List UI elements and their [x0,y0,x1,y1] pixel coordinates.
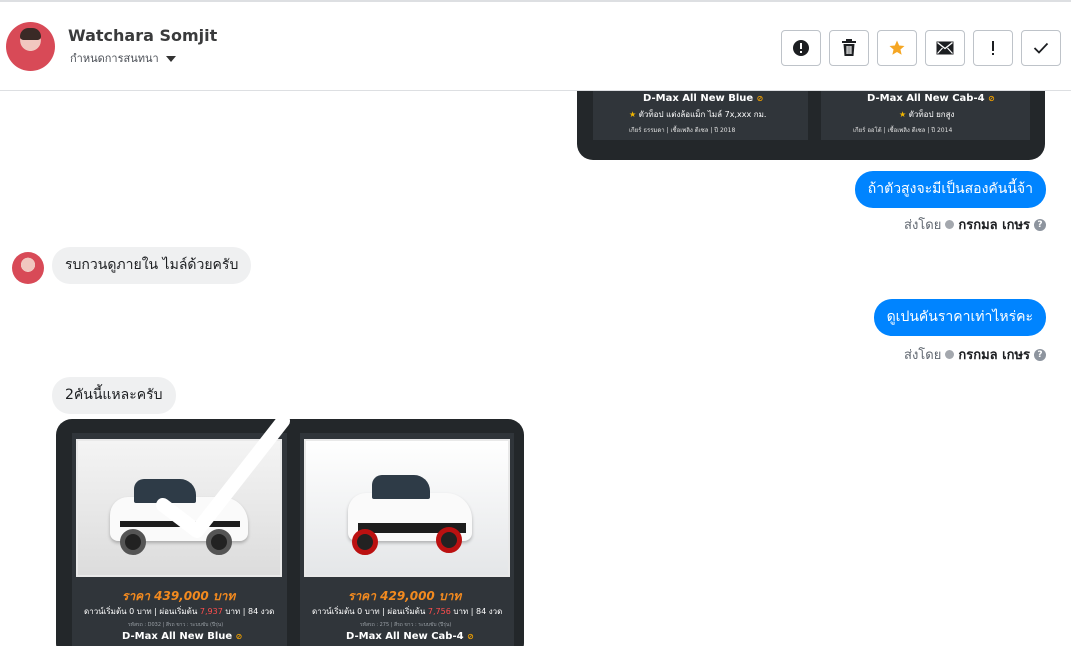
car-specs: เกียร์ ธรรมดา | เชื้อเพลิง ดีเซล | ปี 20… [629,127,736,134]
car-listing-image[interactable]: ราคา 439,000 บาท ดาวน์เริ่มต้น 0 บาท | ผ… [56,419,524,646]
action-toolbar [781,30,1061,66]
car-feature: ★ ตัวท็อป ยกสูง [899,110,955,119]
car-feature: ★ ตัวท็อป แต่งล้อแม็ก ไมล์ 7x,xxx กม. [629,110,767,119]
verified-icon [945,350,955,359]
car-price: ราคา 439,000 บาท [122,589,236,603]
caret-down-icon [165,56,176,62]
conversation-header: Watchara Somjit กำหนดการสนทนา [0,0,1071,91]
star-icon [889,40,905,55]
avatar[interactable] [6,22,55,71]
assign-label: กำหนดการสนทนา [70,52,159,65]
verified-icon [945,220,955,229]
car-card-right: ราคา 429,000 บาท ดาวน์เริ่มต้น 0 บาท | ผ… [300,433,514,646]
incoming-message[interactable]: 2คันนี้แหละครับ [52,377,176,414]
car-specs: เกียร์ ออโต้ | เชื้อเพลิง ดีเซล | ปี 201… [853,127,953,134]
contact-name[interactable]: Watchara Somjit [68,26,217,45]
outgoing-message[interactable]: ดูเปนคันราคาเท่าไหร่คะ [873,299,1046,336]
car-photo [304,439,510,577]
mark-done-button[interactable] [1021,30,1061,66]
alert-circle-icon [793,40,809,56]
mark-unread-button[interactable] [925,30,965,66]
car-installment: ดาวน์เริ่มต้น 0 บาท | ผ่อนเริ่มต้น 7,937… [84,607,275,616]
trash-icon [842,39,856,56]
car-installment: ดาวน์เริ่มต้น 0 บาท | ผ่อนเริ่มต้น 7,756… [312,607,503,616]
checkmark-icon [1033,42,1049,54]
star-button[interactable] [877,30,917,66]
assign-conversation-dropdown[interactable]: กำหนดการสนทนา [70,49,176,67]
help-icon[interactable]: ? [1034,218,1046,231]
car-code: รหัสรถ : D032 | สีรถ ขาว : ระบบขับ (ปีรุ… [128,622,224,628]
help-icon[interactable]: ? [1034,348,1046,361]
car-model: D-Max All New Cab-4 ⊘ [346,631,474,642]
drawn-checkmark-icon [156,419,290,538]
exclamation-icon [992,41,994,55]
car-model: D-Max All New Blue ⊘ [643,93,764,104]
sent-by-info: ส่งโดย กรกมล เกษร ? [904,344,1046,365]
sender-name[interactable]: กรกมล เกษร [958,344,1030,365]
car-model: D-Max All New Blue ⊘ [122,631,243,642]
sent-by-label: ส่งโดย [904,218,942,233]
delete-button[interactable] [829,30,869,66]
sent-by-label: ส่งโดย [904,348,942,363]
sent-by-info: ส่งโดย กรกมล เกษร ? [904,214,1046,235]
outgoing-message[interactable]: ถ้าตัวสูงจะมีเป็นสองคันนี้จ้า [854,171,1046,208]
follow-up-button[interactable] [973,30,1013,66]
incoming-message[interactable]: รบกวนดูภายใน ไมล์ด้วยครับ [52,247,252,284]
car-model: D-Max All New Cab-4 ⊘ [867,93,995,104]
envelope-icon [936,41,954,55]
car-code: รหัสรถ : 275 | สีรถ ขาว : ระบบขับ (ปีรุ่… [360,622,452,628]
avatar[interactable] [12,252,44,284]
conversation-view: Watchara Somjit กำหนดการสนทนา D-Max All … [0,0,1071,646]
sender-name[interactable]: กรกมล เกษร [958,214,1030,235]
mark-spam-button[interactable] [781,30,821,66]
car-price: ราคา 429,000 บาท [348,589,462,603]
